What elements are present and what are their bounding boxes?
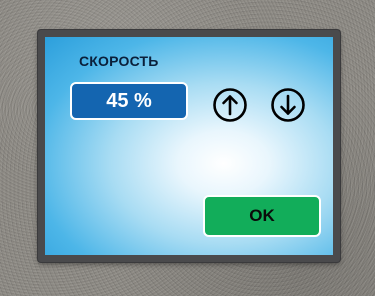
speed-value: 45 %	[106, 89, 152, 112]
ok-button[interactable]: OK	[203, 195, 321, 237]
speed-down-button[interactable]	[270, 87, 306, 123]
touch-screen: СКОРОСТЬ 45 % OK	[45, 37, 333, 255]
arrow-down-circle-icon	[271, 88, 305, 122]
ok-button-label: OK	[249, 206, 275, 225]
display-bezel: СКОРОСТЬ 45 % OK	[38, 30, 340, 262]
arrow-up-circle-icon	[213, 88, 247, 122]
speed-value-display: 45 %	[70, 82, 188, 120]
speed-label: СКОРОСТЬ	[79, 53, 159, 69]
speed-up-button[interactable]	[212, 87, 248, 123]
